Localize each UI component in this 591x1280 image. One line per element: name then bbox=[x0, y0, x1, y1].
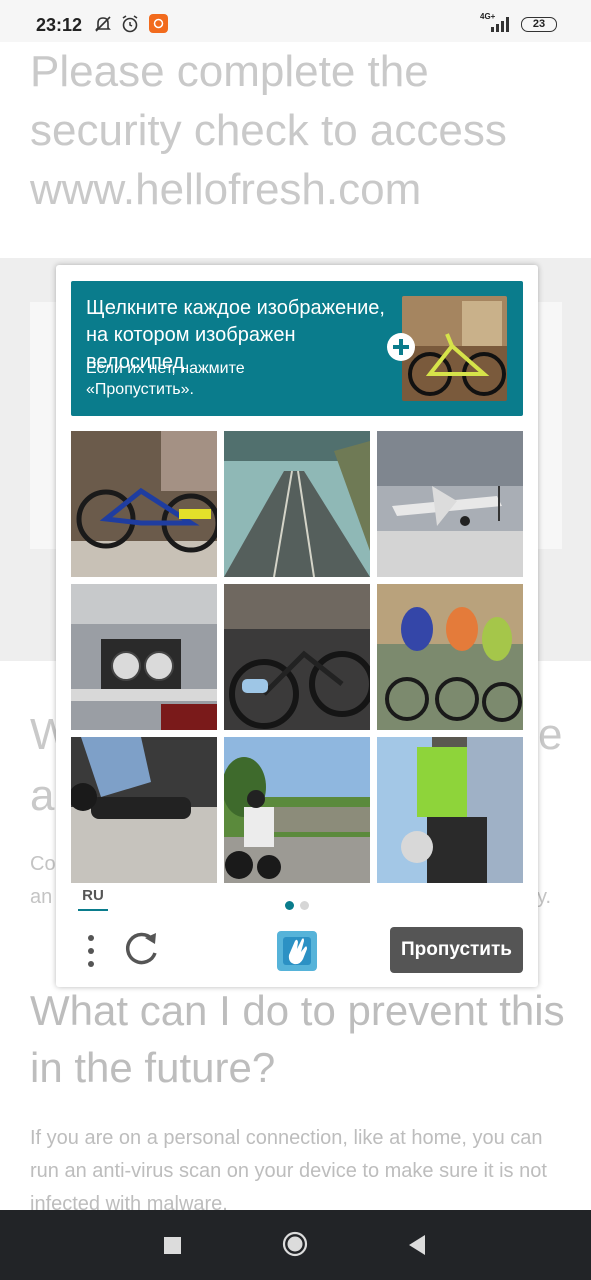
section-heading: What can I do to prevent this in the fut… bbox=[30, 987, 565, 1091]
refresh-icon[interactable] bbox=[122, 929, 162, 969]
app-notification-icon bbox=[149, 14, 168, 38]
captcha-tile-5[interactable] bbox=[224, 584, 370, 730]
heading-fragment: e bbox=[538, 710, 563, 759]
section-body: If you are on a personal connection, lik… bbox=[30, 1127, 547, 1210]
captcha-tile-7[interactable] bbox=[71, 737, 217, 883]
body-fragment: an bbox=[30, 886, 53, 908]
heading-fragment: a bbox=[30, 771, 55, 820]
language-selector[interactable]: RU bbox=[78, 887, 108, 911]
captcha-tile-8[interactable] bbox=[224, 737, 370, 883]
home-icon[interactable] bbox=[282, 1231, 308, 1257]
menu-icon[interactable] bbox=[83, 932, 99, 970]
body-fragment: Co bbox=[30, 853, 56, 875]
mute-icon bbox=[93, 14, 113, 39]
captcha-tile-1[interactable] bbox=[71, 431, 217, 577]
captcha-tile-9[interactable] bbox=[377, 737, 523, 883]
captcha-tile-3[interactable] bbox=[377, 431, 523, 577]
body-fragment: y. bbox=[537, 886, 552, 908]
prompt-subtitle: Если их нет, нажмите «Пропустить». bbox=[86, 360, 245, 398]
captcha-prompt: Щелкните каждое изображение, на котором … bbox=[71, 281, 523, 416]
battery-indicator: 23 bbox=[521, 17, 557, 32]
status-time: 23:12 bbox=[36, 15, 83, 35]
captcha-grid bbox=[71, 431, 523, 883]
page-dot-active[interactable] bbox=[285, 901, 294, 910]
plus-icon[interactable] bbox=[387, 333, 415, 361]
back-icon[interactable] bbox=[407, 1234, 427, 1256]
captcha-challenge: Щелкните каждое изображение, на котором … bbox=[56, 265, 538, 987]
signal-icon bbox=[489, 16, 513, 37]
example-image bbox=[402, 296, 507, 401]
alarm-icon bbox=[120, 14, 140, 39]
recents-icon[interactable] bbox=[164, 1237, 181, 1254]
captcha-tile-6[interactable] bbox=[377, 584, 523, 730]
skip-button[interactable]: Пропустить bbox=[390, 927, 523, 973]
captcha-tile-4[interactable] bbox=[71, 584, 217, 730]
hcaptcha-logo-icon bbox=[271, 925, 323, 977]
captcha-tile-2[interactable] bbox=[224, 431, 370, 577]
page-title: Please complete the security check to ac… bbox=[30, 47, 507, 214]
status-bar: 23:12 4G+ 23 bbox=[0, 0, 591, 42]
page-dot[interactable] bbox=[300, 901, 309, 910]
